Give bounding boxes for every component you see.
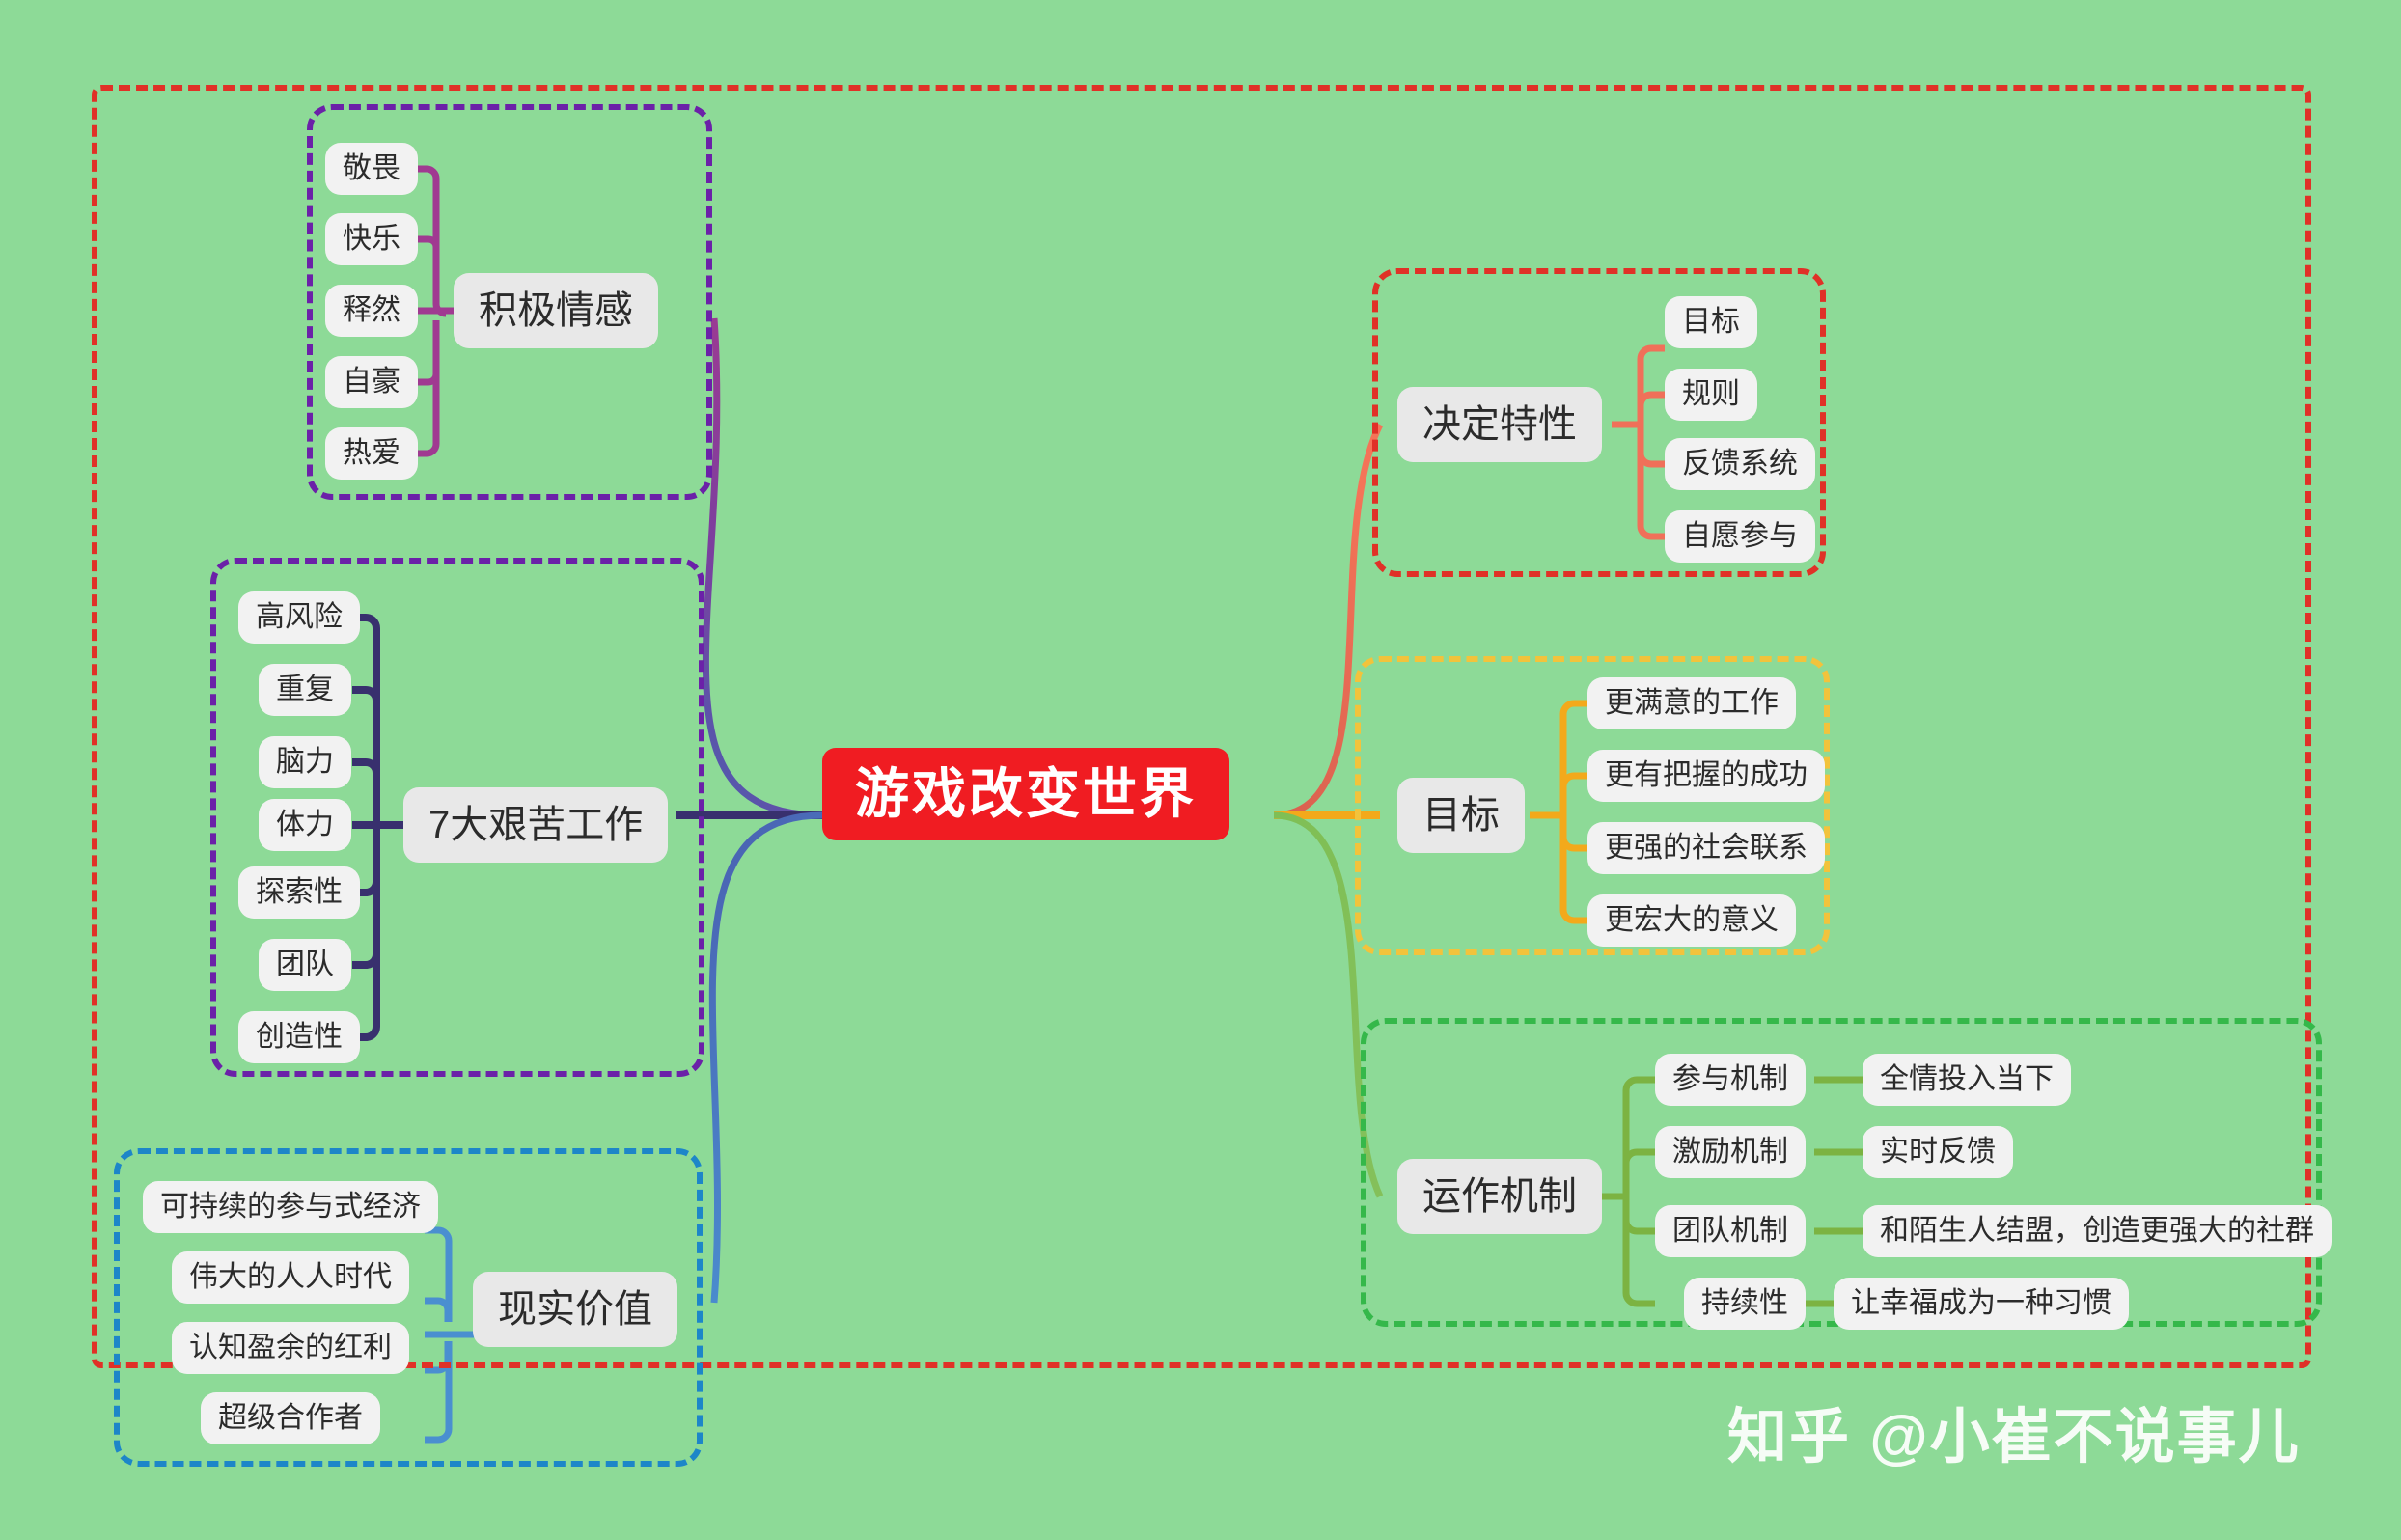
leaf-node: 更有把握的成功: [1587, 750, 1825, 802]
branch-node-positive-emotions: 积极情感: [454, 273, 658, 348]
leaf-node: 实时反馈: [1863, 1126, 2013, 1178]
leaf-node: 让幸福成为一种习惯: [1834, 1278, 2129, 1330]
branch-node-operating-mechanism: 运作机制: [1397, 1159, 1602, 1234]
leaf-node: 体力: [259, 799, 351, 851]
leaf-node: 敬畏: [325, 143, 418, 195]
leaf-node: 持续性: [1684, 1278, 1806, 1330]
branch-node-real-world-value: 现实价值: [473, 1272, 677, 1347]
leaf-node: 更强的社会联系: [1587, 822, 1825, 874]
leaf-node: 团队: [259, 939, 351, 991]
leaf-node: 全情投入当下: [1863, 1054, 2071, 1106]
watermark: 知乎 @小崔不说事儿: [1727, 1404, 2301, 1471]
leaf-node: 更宏大的意义: [1587, 894, 1796, 947]
central-node: 游戏改变世界: [822, 748, 1229, 840]
leaf-node: 释然: [325, 285, 418, 337]
leaf-node: 重复: [259, 664, 351, 716]
leaf-node: 探索性: [238, 866, 360, 919]
branch-node-goals: 目标: [1397, 778, 1525, 853]
leaf-node: 超级合作者: [201, 1392, 380, 1444]
leaf-node: 规则: [1665, 369, 1757, 421]
leaf-node: 伟大的人人时代: [172, 1251, 409, 1304]
leaf-node: 团队机制: [1655, 1205, 1806, 1257]
leaf-node: 认知盈余的红利: [172, 1322, 409, 1374]
leaf-node: 参与机制: [1655, 1054, 1806, 1106]
leaf-node: 创造性: [238, 1011, 360, 1063]
mindmap-canvas: 敬畏 快乐 释然 自豪 热爱 积极情感 高风险 重复 脑力 体力 探索性 团队 …: [0, 0, 2401, 1540]
leaf-node: 反馈系统: [1665, 438, 1815, 490]
branch-node-seven-hard-works: 7大艰苦工作: [403, 787, 669, 863]
leaf-node: 和陌生人结盟，创造更强大的社群: [1863, 1205, 2332, 1257]
leaf-node: 快乐: [325, 213, 418, 265]
leaf-node: 自豪: [325, 356, 418, 408]
leaf-node: 脑力: [259, 736, 351, 788]
leaf-node: 热爱: [325, 427, 418, 480]
leaf-node: 自愿参与: [1665, 510, 1815, 563]
leaf-node: 激励机制: [1655, 1126, 1806, 1178]
leaf-node: 可持续的参与式经济: [143, 1181, 438, 1233]
branch-node-defining-traits: 决定特性: [1397, 387, 1602, 462]
leaf-node: 目标: [1665, 296, 1757, 348]
leaf-node: 高风险: [238, 591, 360, 644]
leaf-node: 更满意的工作: [1587, 677, 1796, 729]
